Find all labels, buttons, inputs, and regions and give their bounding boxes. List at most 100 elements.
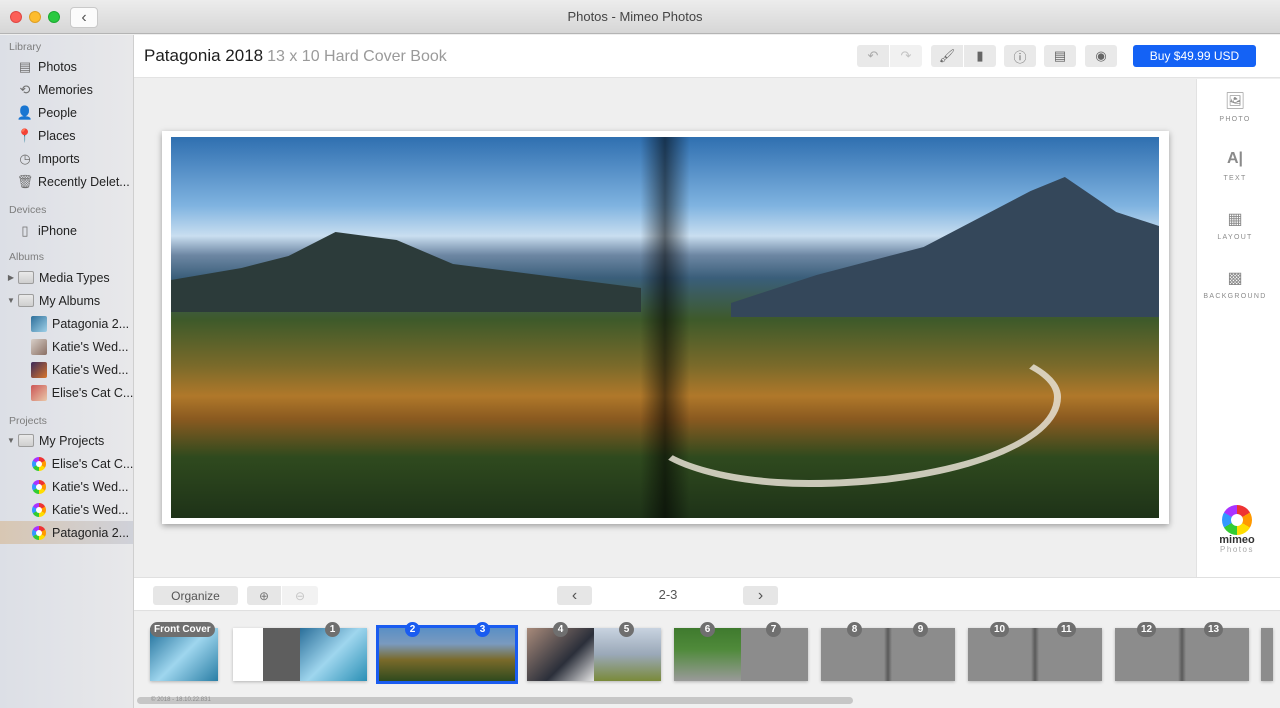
spread-photo[interactable] [171, 137, 1159, 518]
page-layout-button[interactable]: ▮ [964, 45, 996, 67]
album-thumbnail [31, 338, 47, 355]
sidebar-item-imports[interactable]: ◷ Imports [0, 147, 133, 170]
trash-icon: 🗑 [16, 173, 34, 189]
layout-tool[interactable]: ▦ LAYOUT [1197, 209, 1273, 241]
project-title: Patagonia 2018 13 x 10 Hard Cover Book [144, 46, 447, 65]
page-indicator: 2-3 [658, 587, 678, 602]
brush-icon: 🖌 [938, 48, 956, 63]
chevron-left-icon: ‹ [571, 586, 578, 604]
folder-icon [18, 434, 34, 447]
sidebar-project-item-selected[interactable]: Patagonia 2... [0, 521, 133, 544]
sidebar-project-item[interactable]: Elise's Cat C... [0, 452, 133, 475]
album-thumbnail [30, 384, 47, 401]
sidebar-item-memories[interactable]: ⟲ Memories [0, 78, 133, 101]
next-page-button[interactable]: › [743, 586, 778, 605]
text-tool[interactable]: A| TEXT [1197, 150, 1273, 182]
version-label: © 2018 - 18.10.22.831 [151, 697, 211, 703]
page-number-badge: 13 [1204, 622, 1224, 637]
front-cover-thumbnail[interactable]: Front Cover [150, 622, 218, 681]
mimeo-project-icon [32, 525, 46, 540]
spread-thumbnail[interactable]: 12 13 [1115, 622, 1249, 681]
spread-thumbnail-partial[interactable] [1261, 628, 1273, 681]
photos-icon: ▤ [18, 58, 32, 74]
image-icon: 🖼 [1224, 93, 1246, 110]
photo-mountain-right [731, 177, 1159, 317]
project-subtitle: 13 x 10 Hard Cover Book [267, 48, 447, 65]
sidebar-project-item[interactable]: Katie's Wed... [0, 498, 133, 521]
sidebar-item-my-albums[interactable]: ▼ My Albums [0, 289, 133, 312]
style-brush-button[interactable]: 🖌 [931, 45, 963, 67]
page-number-badge: 1 [325, 622, 340, 637]
section-albums: Albums [9, 251, 45, 263]
page-number-badge: 3 [475, 622, 490, 637]
page-number-badge: 8 [847, 622, 862, 637]
eye-icon: ◉ [1095, 48, 1107, 63]
page-thumbnail [233, 628, 300, 681]
sidebar-item-my-projects[interactable]: ▼ My Projects [0, 429, 133, 452]
page-number-badge: 10 [990, 622, 1010, 637]
page-number-badge: 7 [766, 622, 781, 637]
info-icon: ⓘ [1013, 49, 1027, 65]
people-icon: 👤 [16, 104, 34, 120]
remove-page-button[interactable]: ⊖ [282, 586, 318, 605]
sidebar-item-recently-deleted[interactable]: 🗑 Recently Delet... [0, 170, 133, 193]
tools-panel: 🖼 PHOTO A| TEXT ▦ LAYOUT ▩ BACKGROUND mimeo … [1196, 79, 1280, 577]
photo-mountain-left [171, 232, 641, 312]
add-page-button[interactable]: ⊕ [247, 586, 281, 605]
undo-icon: ↶ [867, 48, 879, 63]
sidebar-album-item[interactable]: Katie's Wed... [0, 335, 133, 358]
info-button[interactable]: ⓘ [1004, 45, 1036, 67]
window-title: Photos - Mimeo Photos [567, 9, 703, 24]
folder-icon [18, 271, 34, 284]
disclosure-down-icon[interactable]: ▼ [6, 296, 16, 305]
undo-button[interactable]: ↶ [857, 45, 889, 67]
background-icon: ▩ [1227, 270, 1243, 287]
redo-button[interactable]: ↷ [890, 45, 922, 67]
spread-thumbnail[interactable]: 1 [233, 622, 367, 681]
buy-button[interactable]: Buy $49.99 USD [1133, 45, 1256, 67]
redo-icon: ↷ [900, 48, 912, 63]
mimeo-camera-icon [1222, 505, 1252, 535]
spread-thumbnail[interactable]: 8 9 [821, 622, 955, 681]
app-window: ‹ Photos - Mimeo Photos Library ▤ Photos … [0, 0, 1280, 708]
mimeo-project-icon [32, 479, 46, 494]
sidebar-item-places[interactable]: 📍 Places [0, 124, 133, 147]
spread-thumbnail[interactable]: 6 7 [674, 622, 808, 681]
comment-button[interactable]: ▤ [1044, 45, 1076, 67]
album-thumbnail [31, 315, 47, 332]
spread-thumbnail[interactable]: 10 11 [968, 622, 1102, 681]
sidebar-item-people[interactable]: 👤 People [0, 101, 133, 124]
sidebar-album-item[interactable]: Elise's Cat C... [0, 381, 133, 404]
page-number-badge: 6 [700, 622, 715, 637]
photo-tool[interactable]: 🖼 PHOTO [1197, 91, 1273, 123]
page-number-badge: 5 [619, 622, 634, 637]
page-number-badge: 12 [1137, 622, 1157, 637]
places-icon: 📍 [16, 127, 34, 143]
page-navigation-bar: Organize ⊕ ⊖ ‹ 2-3 › [134, 577, 1280, 611]
folder-icon [18, 294, 34, 307]
preview-button[interactable]: ◉ [1085, 45, 1117, 67]
sidebar-album-item[interactable]: Katie's Wed... [0, 358, 133, 381]
background-tool[interactable]: ▩ BACKGROUND [1197, 268, 1273, 300]
organize-button[interactable]: Organize [153, 586, 238, 605]
album-thumbnail [31, 361, 47, 378]
section-library: Library [9, 41, 42, 53]
book-page-icon: ▮ [976, 48, 984, 63]
spread-thumbnail[interactable]: 4 5 [527, 622, 661, 681]
disclosure-right-icon[interactable]: ▶ [6, 273, 16, 282]
minus-circle-icon: ⊖ [294, 588, 306, 603]
sidebar-item-media-types[interactable]: ▶ Media Types [0, 266, 133, 289]
sidebar-item-photos[interactable]: ▤ Photos [0, 55, 133, 78]
section-projects: Projects [9, 415, 47, 427]
prev-page-button[interactable]: ‹ [557, 586, 592, 605]
text-icon: A| [1226, 150, 1244, 167]
mimeo-project-icon [31, 456, 46, 471]
filmstrip-scrollbar[interactable] [137, 697, 853, 704]
disclosure-down-icon[interactable]: ▼ [6, 436, 16, 445]
mimeo-project-icon [32, 502, 46, 517]
sidebar-item-iphone[interactable]: ▯ iPhone [0, 219, 133, 242]
sidebar-album-item[interactable]: Patagonia 2... [0, 312, 133, 335]
photo-road [641, 337, 1061, 487]
sidebar-project-item[interactable]: Katie's Wed... [0, 475, 133, 498]
spread-thumbnail-selected[interactable]: 2 3 [376, 622, 518, 684]
